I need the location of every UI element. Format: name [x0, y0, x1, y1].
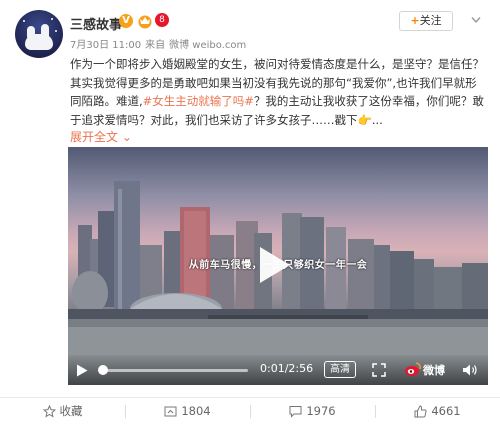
member-crown-icon[interactable] [137, 13, 153, 29]
comment-count: 1976 [306, 404, 336, 418]
ellipsis: ... [371, 112, 383, 127]
plus-icon: + [410, 14, 420, 27]
comment-icon [289, 406, 302, 418]
like-button[interactable]: 4661 [375, 398, 500, 424]
star-icon [42, 404, 56, 418]
post-text: 作为一个即将步入婚姻殿堂的女生，被问对待爱情态度是什么，是坚守？是信任？其实我觉… [70, 55, 488, 129]
play-pause-icon[interactable] [76, 364, 88, 377]
video-controls: 0:01/2:56 高清 微博 [68, 355, 488, 385]
post-meta: 7月30日 11:00 来自 微博 weibo.com [70, 36, 250, 51]
weibo-logo-icon [405, 362, 421, 376]
verified-badge-icon[interactable]: V [119, 14, 133, 28]
follow-label: 关注 [419, 14, 442, 27]
weibo-brand-text: 微博 [423, 364, 445, 377]
avatar-cat-body [25, 34, 53, 50]
follow-button[interactable]: +关注 [399, 11, 453, 31]
post-date[interactable]: 7月30日 11:00 [70, 40, 141, 51]
thumbs-up-icon [414, 405, 427, 418]
favorite-label: 收藏 [59, 404, 83, 418]
fullscreen-icon[interactable] [372, 363, 386, 377]
quality-button[interactable]: 高清 [324, 361, 356, 378]
play-icon[interactable] [256, 245, 292, 285]
repost-count: 1804 [181, 404, 211, 418]
topic-link[interactable]: #女生主动就输了吗# [143, 94, 254, 108]
expand-full-text-link[interactable]: 展开全文 ⌄ [70, 128, 132, 145]
progress-handle[interactable] [97, 365, 108, 375]
source-prefix: 来自 [145, 40, 166, 51]
username[interactable]: 三感故事 [70, 14, 122, 33]
avatar-star [51, 18, 53, 20]
action-bar: 收藏 1804 1976 4661 [0, 397, 500, 424]
volume-icon[interactable] [462, 363, 478, 377]
avatar-star [55, 30, 57, 32]
pointing-emoji-icon: 👉 [357, 112, 372, 127]
avatar-star [23, 20, 25, 22]
favorite-button[interactable]: 收藏 [0, 398, 125, 424]
level-badge[interactable]: 8 [155, 13, 169, 27]
chevron-down-icon[interactable] [471, 16, 481, 24]
video-player[interactable]: 从前车马很慢，一生只够织女一年一会 0:01/2:56 高清 微博 [68, 147, 488, 385]
comment-button[interactable]: 1976 [250, 398, 375, 424]
avatar[interactable] [15, 10, 63, 58]
repost-icon [164, 406, 177, 417]
progress-track[interactable] [100, 369, 248, 372]
like-count: 4661 [431, 404, 461, 418]
repost-button[interactable]: 1804 [125, 398, 250, 424]
video-time: 0:01/2:56 [260, 362, 314, 375]
weibo-post-card: 三感故事 V 8 7月30日 11:00 来自 微博 weibo.com +关注 作… [0, 0, 500, 424]
post-source[interactable]: 微博 weibo.com [169, 40, 246, 51]
